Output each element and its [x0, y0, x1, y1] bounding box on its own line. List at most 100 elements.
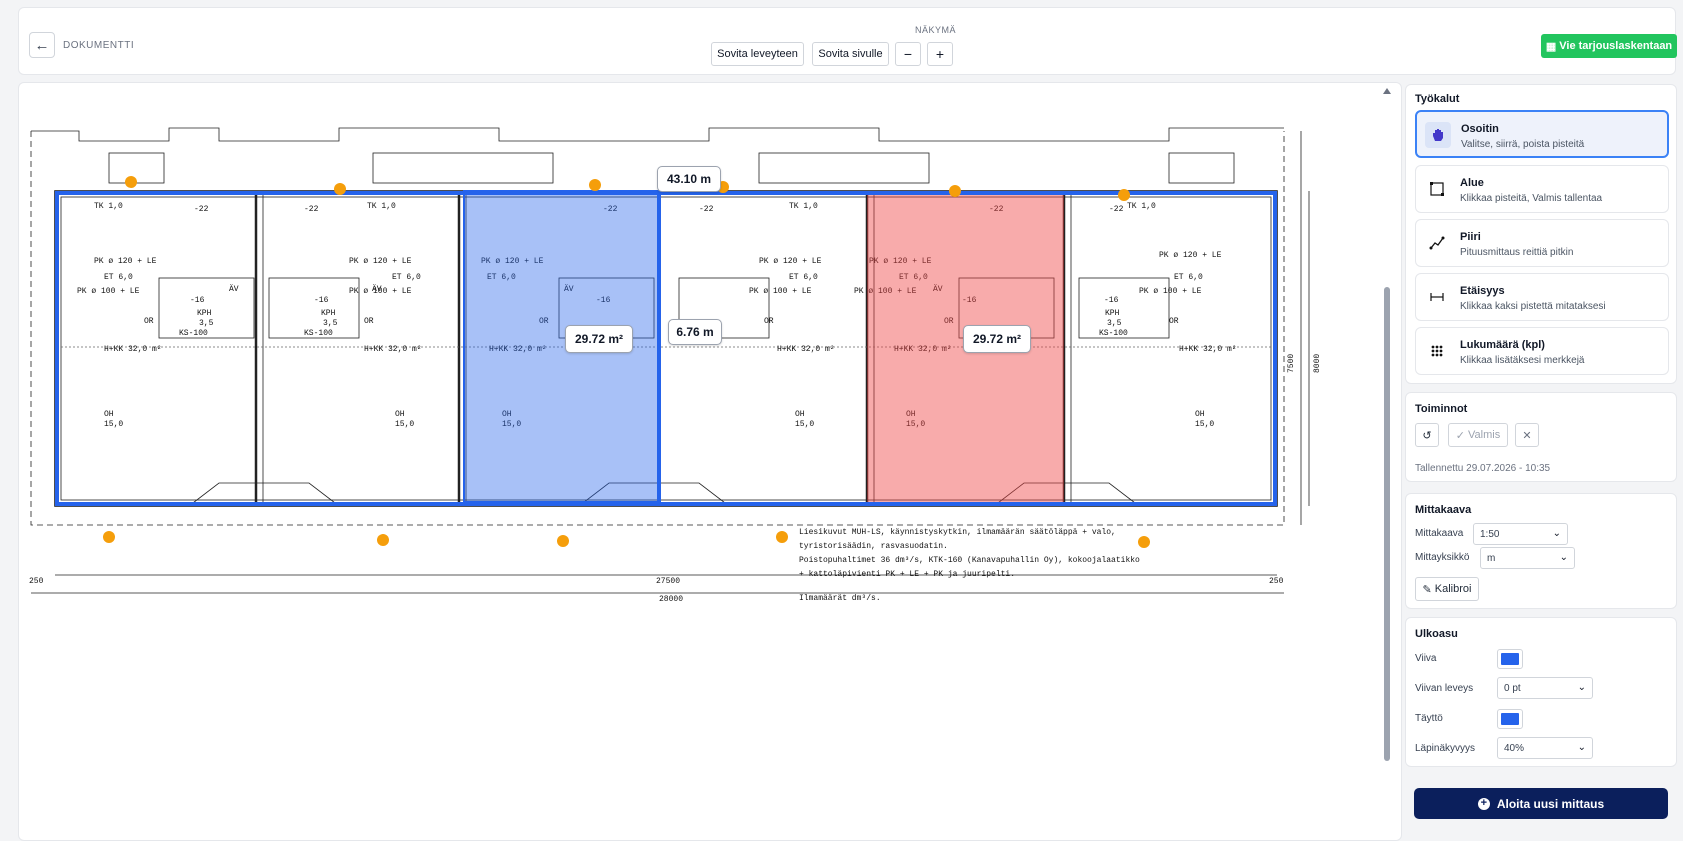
zoom-out-button[interactable]: − — [895, 42, 921, 66]
oh-value: 15,0 — [1195, 420, 1214, 429]
done-button[interactable]: ✓ Valmis — [1448, 423, 1508, 447]
line-color-swatch[interactable] — [1497, 649, 1523, 669]
dimension-inner-height: 7500 — [1287, 354, 1296, 373]
measurement-point[interactable] — [949, 185, 961, 197]
measurement-point[interactable] — [557, 535, 569, 547]
unit-value: m — [1487, 552, 1496, 564]
dimension-total: 28000 — [659, 595, 683, 604]
tool-description: Pituusmittaus reittiä pitkin — [1460, 247, 1574, 258]
actions-panel: Toiminnot ↺ ✓ Valmis ✕ Tallennettu 29.07… — [1405, 392, 1677, 482]
line-width-label: Viivan leveys — [1415, 683, 1474, 694]
drawing-canvas[interactable]: H+KK 32,0 m² H+KK 32,0 m² H+KK 32,0 m² H… — [18, 82, 1402, 841]
opacity-label: Läpinäkyvyys — [1415, 743, 1476, 754]
kph-label: KPH — [321, 309, 336, 318]
line-width-select[interactable]: 0 pt ⌄ — [1497, 677, 1593, 699]
distance-label[interactable]: 6.76 m — [668, 319, 722, 345]
count-grid-icon — [1424, 338, 1450, 364]
calculator-icon: ▦ — [1545, 40, 1557, 53]
pk-label: PK ø 120 + LE — [94, 257, 157, 266]
tool-pointer[interactable]: Osoitin Valitse, siirrä, poista pisteitä — [1415, 110, 1669, 158]
unit-select[interactable]: m ⌄ — [1480, 547, 1575, 569]
pk-label: PK ø 100 + LE — [1139, 287, 1202, 296]
appearance-title: Ulkoasu — [1415, 628, 1458, 640]
or-label: OR — [144, 317, 154, 326]
et-label: ET 6,0 — [104, 273, 133, 282]
line-color-fill — [1501, 653, 1519, 665]
tool-name: Etäisyys — [1460, 285, 1505, 297]
kph-label: KPH — [1105, 309, 1120, 318]
pk-label: PK ø 120 + LE — [349, 257, 412, 266]
oh-label: OH — [795, 410, 805, 419]
kph-value: 3,5 — [1107, 319, 1122, 328]
tool-distance[interactable]: Etäisyys Klikkaa kaksi pistettä mitataks… — [1415, 273, 1669, 321]
opacity-select[interactable]: 40% ⌄ — [1497, 737, 1593, 759]
export-label: Vie tarjouslaskentaan — [1559, 40, 1673, 52]
oh-value: 15,0 — [395, 420, 414, 429]
export-to-quote-button[interactable]: ▦ Vie tarjouslaskentaan — [1541, 34, 1677, 58]
note-line: Ilmamäärät dm³/s. — [799, 594, 881, 603]
oh-value: 15,0 — [104, 420, 123, 429]
fill-color-swatch[interactable] — [1497, 709, 1523, 729]
zoom-in-button[interactable]: + — [927, 42, 953, 66]
tk-label: TK 1,0 — [1127, 202, 1156, 211]
opacity-value: 40% — [1504, 742, 1525, 754]
et-label: ET 6,0 — [789, 273, 818, 282]
tool-area[interactable]: Alue Klikkaa pisteitä, Valmis tallentaa — [1415, 165, 1669, 213]
oh-value: 15,0 — [795, 420, 814, 429]
perimeter-label[interactable]: 43.10 m — [657, 166, 721, 192]
tool-description: Valitse, siirrä, poista pisteitä — [1461, 139, 1585, 150]
hand-icon — [1425, 122, 1451, 148]
kph-value: 3,5 — [323, 319, 338, 328]
unit-label: Mittayksikkö — [1415, 552, 1470, 563]
line-width-value: 0 pt — [1504, 682, 1521, 694]
oh-label: OH — [104, 410, 114, 419]
fit-page-button[interactable]: Sovita sivulle — [812, 42, 889, 66]
note-line: Liesikuvut MUH-LS, käynnistyskytkin, ilm… — [799, 528, 1116, 537]
calibrate-button[interactable]: ✎ Kalibroi — [1415, 577, 1479, 601]
back-button[interactable]: ← — [29, 32, 55, 58]
tools-panel: Työkalut Osoitin Valitse, siirrä, poista… — [1405, 84, 1677, 384]
measurement-point[interactable] — [334, 183, 346, 195]
scale-select[interactable]: 1:50 ⌄ — [1473, 523, 1568, 545]
plus-circle-icon: + — [1477, 797, 1490, 810]
area-label-blue[interactable]: 29.72 m² — [565, 325, 633, 353]
tool-name: Osoitin — [1461, 123, 1499, 135]
tool-count[interactable]: Lukumäärä (kpl) Klikkaa lisätäksesi merk… — [1415, 327, 1669, 375]
distance-icon — [1424, 284, 1450, 310]
tool-perimeter[interactable]: Piiri Pituusmittaus reittiä pitkin — [1415, 219, 1669, 267]
dimension-inner: 27500 — [656, 577, 680, 586]
note-line: tyristorisäädin, rasvasuodatin. — [799, 542, 948, 551]
tk-label: TK 1,0 — [94, 202, 123, 211]
cancel-button[interactable]: ✕ — [1515, 423, 1539, 447]
perimeter-measurement[interactable] — [55, 191, 1277, 506]
chevron-down-icon: ⌄ — [1577, 742, 1586, 753]
chevron-down-icon: ⌄ — [1559, 552, 1568, 563]
minus16-label: -16 — [314, 296, 329, 305]
tk-label: TK 1,0 — [367, 202, 396, 211]
fit-width-button[interactable]: Sovita leveyteen — [711, 42, 804, 66]
scrollbar-thumb[interactable] — [1384, 287, 1390, 761]
measurement-point[interactable] — [1118, 189, 1130, 201]
measurement-point[interactable] — [125, 176, 137, 188]
area-label-red[interactable]: 29.72 m² — [963, 325, 1031, 353]
calibrate-label: Kalibroi — [1434, 583, 1472, 595]
note-line: Poistopuhaltimet 36 dm³/s, KTK-160 (Kana… — [799, 556, 1140, 565]
room-label: H+KK 32,0 m² — [777, 345, 835, 354]
measurement-point[interactable] — [776, 531, 788, 543]
minus22-label: -22 — [304, 205, 319, 214]
et-label: ET 6,0 — [1174, 273, 1203, 282]
scroll-up-arrow-icon[interactable] — [1383, 88, 1391, 94]
minus22-label: -22 — [1109, 205, 1124, 214]
room-label: H+KK 32,0 m² — [104, 345, 162, 354]
start-new-measurement-button[interactable]: + Aloita uusi mittaus — [1414, 788, 1668, 819]
dimension-side: 250 — [29, 577, 44, 586]
measurement-point[interactable] — [377, 534, 389, 546]
oh-label: OH — [395, 410, 405, 419]
measurement-point[interactable] — [1138, 536, 1150, 548]
undo-button[interactable]: ↺ — [1415, 423, 1439, 447]
measurement-point[interactable] — [589, 179, 601, 191]
polyline-icon — [1424, 230, 1450, 256]
line-color-label: Viiva — [1415, 653, 1437, 664]
measurement-point[interactable] — [103, 531, 115, 543]
ks-label: KS-100 — [304, 329, 333, 338]
